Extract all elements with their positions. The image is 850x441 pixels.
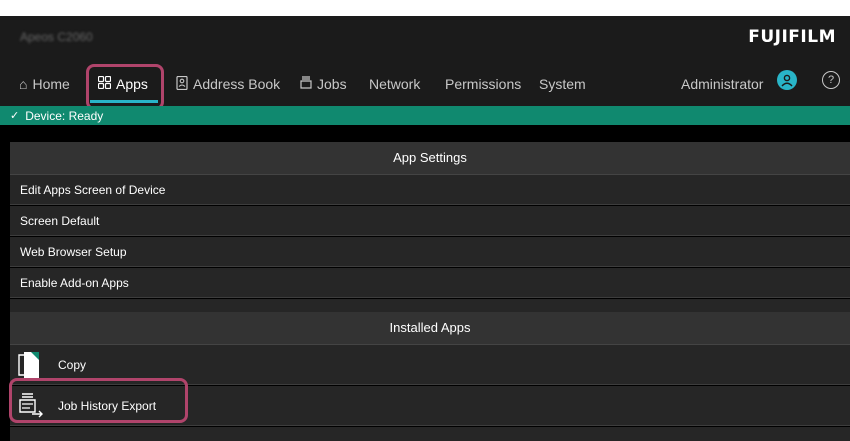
nav-permissions-label: Permissions [445, 76, 522, 92]
nav-system-label: System [539, 76, 586, 92]
job-history-export-highlight-box [9, 378, 188, 423]
nav-address-book[interactable]: Address Book [176, 72, 280, 96]
status-bar: ✓ Device: Ready [0, 106, 850, 125]
nav-home-label: Home [32, 76, 70, 92]
nav-network-label: Network [369, 76, 421, 92]
status-text: Device: Ready [25, 108, 104, 123]
user-name: Administrator [681, 76, 764, 92]
enable-addon-apps-link[interactable]: Enable Add-on Apps [10, 268, 850, 298]
spacer [0, 125, 850, 142]
address-book-icon [176, 75, 188, 93]
nav-network[interactable]: Network [369, 72, 420, 96]
apps-highlight-box [86, 64, 164, 110]
jobs-icon [300, 76, 312, 92]
installed-apps-header: Installed Apps [10, 312, 850, 345]
app-settings-header: App Settings [10, 142, 850, 175]
copy-icon [18, 351, 40, 379]
help-icon[interactable]: ? [822, 71, 840, 89]
caption-strip [0, 0, 850, 16]
section-spacer [10, 299, 850, 312]
nav-jobs[interactable]: Jobs [300, 72, 347, 96]
user-menu[interactable]: Administrator [681, 72, 763, 96]
home-icon: ⌂ [19, 76, 28, 92]
checkmark-icon: ✓ [10, 110, 20, 122]
nav-home[interactable]: ⌂ Home [19, 72, 70, 96]
nav-jobs-label: Jobs [317, 76, 347, 92]
brand-logo: FUJIFILM [748, 27, 836, 47]
nav-permissions[interactable]: Permissions [445, 72, 521, 96]
top-bar: Apeos C2060 FUJIFILM [0, 16, 850, 60]
list-bottom-spacer [10, 427, 850, 441]
nav-address-book-label: Address Book [193, 76, 281, 92]
user-avatar-icon[interactable] [777, 70, 797, 90]
web-browser-setup-link[interactable]: Web Browser Setup [10, 237, 850, 267]
screen-default-link[interactable]: Screen Default [10, 206, 850, 236]
device-name: Apeos C2060 [20, 30, 93, 44]
nav-system[interactable]: System [539, 72, 586, 96]
edit-apps-screen-link[interactable]: Edit Apps Screen of Device [10, 175, 850, 205]
